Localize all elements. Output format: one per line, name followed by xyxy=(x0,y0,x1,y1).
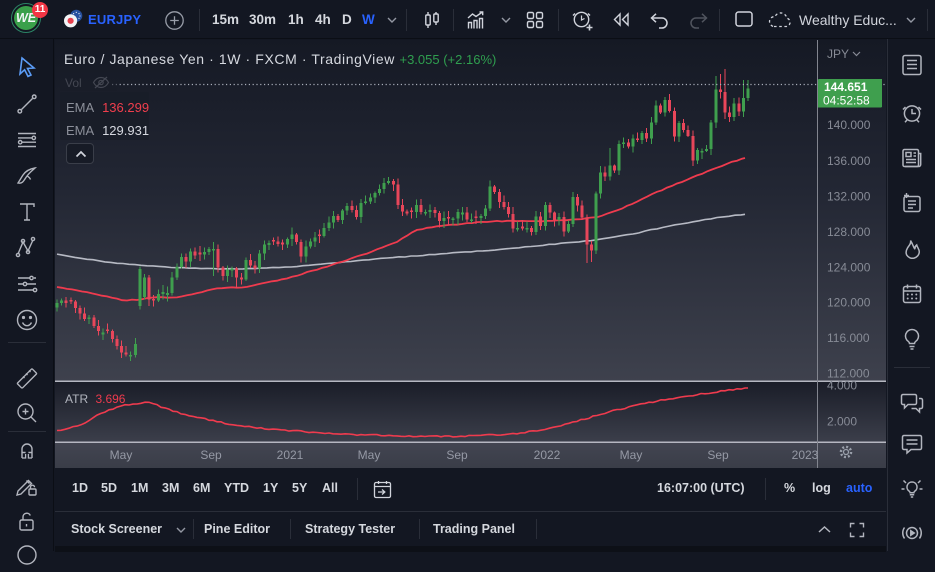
svg-text:May: May xyxy=(358,448,381,462)
svg-text:2.000: 2.000 xyxy=(827,415,857,429)
svg-text:132.000: 132.000 xyxy=(827,190,871,204)
svg-text:Sep: Sep xyxy=(200,448,222,462)
svg-text:Sep: Sep xyxy=(446,448,468,462)
svg-text:2021: 2021 xyxy=(277,448,304,462)
svg-text:04:52:58: 04:52:58 xyxy=(823,94,870,108)
svg-text:2023: 2023 xyxy=(792,448,819,462)
svg-text:4.000: 4.000 xyxy=(827,379,857,393)
svg-text:140.000: 140.000 xyxy=(827,118,871,132)
svg-text:May: May xyxy=(110,448,133,462)
svg-text:144.651: 144.651 xyxy=(824,80,868,94)
svg-text:128.000: 128.000 xyxy=(827,225,871,239)
svg-text:May: May xyxy=(620,448,643,462)
svg-text:JPY: JPY xyxy=(827,47,849,61)
svg-text:2022: 2022 xyxy=(534,448,561,462)
svg-text:Sep: Sep xyxy=(707,448,729,462)
svg-text:124.000: 124.000 xyxy=(827,261,871,275)
svg-text:136.000: 136.000 xyxy=(827,154,871,168)
svg-text:116.000: 116.000 xyxy=(827,331,870,345)
svg-text:120.000: 120.000 xyxy=(827,296,871,310)
